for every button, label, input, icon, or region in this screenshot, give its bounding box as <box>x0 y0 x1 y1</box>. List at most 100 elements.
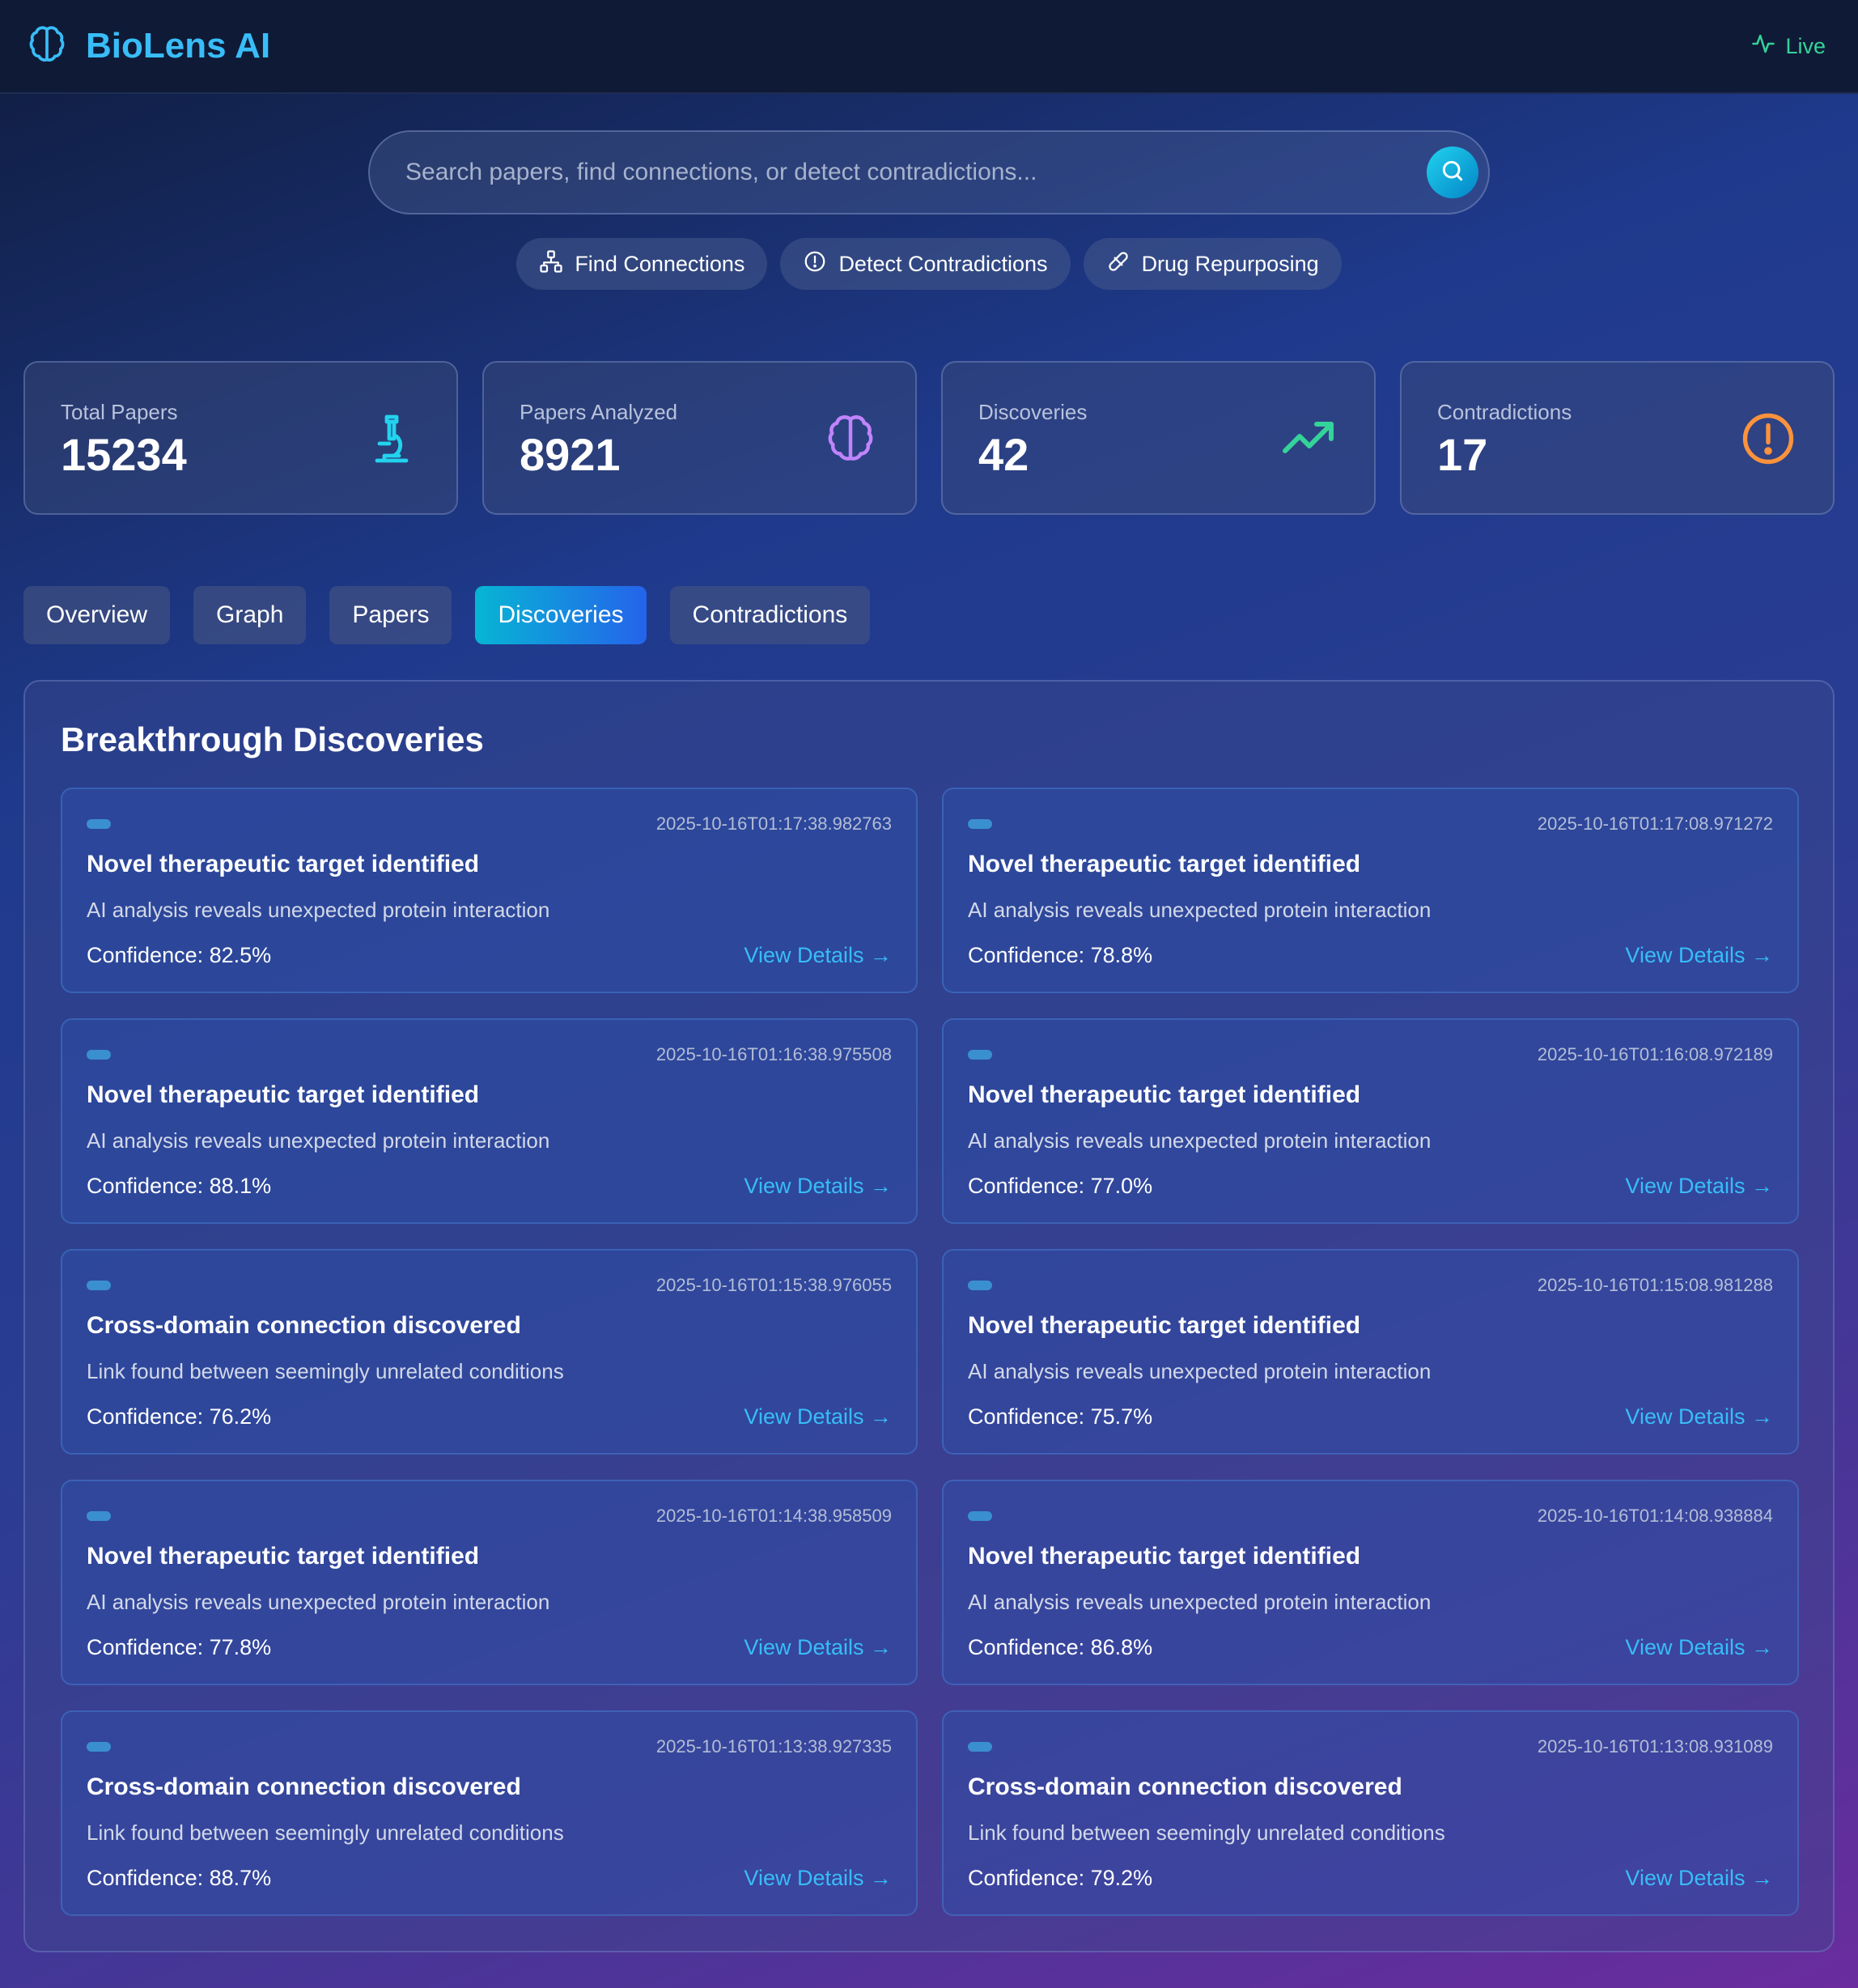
discovery-description: AI analysis reveals unexpected protein i… <box>968 1128 1432 1153</box>
timestamp: 2025-10-16T01:15:08.981288 <box>1537 1275 1773 1295</box>
activity-icon <box>1751 32 1775 62</box>
discovery-description: Link found between seemingly unrelated c… <box>968 1820 1445 1845</box>
discovery-card[interactable]: 2025-10-16T01:14:38.958509 Novel therape… <box>61 1480 918 1685</box>
discovery-title: Novel therapeutic target identified <box>87 1081 480 1108</box>
trending-up-icon <box>1280 410 1338 468</box>
timestamp: 2025-10-16T01:16:38.975508 <box>655 1044 892 1064</box>
discovery-title: Novel therapeutic target identified <box>968 851 1361 877</box>
stat-card-papers-analyzed: Papers Analyzed 8921 <box>482 361 917 515</box>
search-input[interactable] <box>405 159 1427 186</box>
discoveries-panel: Breakthrough Discoveries 2025-10-16T01:1… <box>23 680 1835 1952</box>
discovery-card[interactable]: 2025-10-16T01:13:08.931089 Cross-domain … <box>942 1710 1799 1916</box>
timestamp: 2025-10-16T01:17:38.982763 <box>655 813 892 834</box>
alert-circle-icon <box>803 249 827 279</box>
panel-title: Breakthrough Discoveries <box>61 720 484 758</box>
confidence-score: Confidence: 77.8% <box>87 1635 272 1659</box>
app-header: BioLens AI Live <box>0 0 1858 94</box>
discovery-card[interactable]: 2025-10-16T01:17:38.982763 Novel therape… <box>61 788 918 993</box>
detect-contradictions-label: Detect Contradictions <box>838 251 1048 276</box>
view-details-link[interactable]: View Details → <box>744 943 892 968</box>
search-bar <box>368 130 1490 215</box>
discovery-description: AI analysis reveals unexpected protein i… <box>87 1128 550 1153</box>
discovery-card[interactable]: 2025-10-16T01:17:08.971272 Novel therape… <box>942 788 1799 993</box>
brand-name: BioLens AI <box>86 26 271 66</box>
confidence-score: Confidence: 88.7% <box>87 1866 272 1890</box>
brain-icon <box>821 410 880 468</box>
discovery-title: Novel therapeutic target identified <box>968 1312 1361 1339</box>
stat-card-total-papers: Total Papers 15234 <box>23 361 458 515</box>
category-tag <box>968 1050 992 1060</box>
discovery-title: Novel therapeutic target identified <box>968 1081 1361 1108</box>
view-details-link[interactable]: View Details → <box>744 1404 892 1429</box>
view-details-link[interactable]: View Details → <box>1625 943 1773 968</box>
timestamp: 2025-10-16T01:13:38.927335 <box>655 1736 892 1756</box>
view-details-link[interactable]: View Details → <box>744 1866 892 1891</box>
confidence-score: Confidence: 79.2% <box>968 1866 1153 1890</box>
tab-bar: Overview Graph Papers Discoveries Contra… <box>23 586 871 644</box>
find-connections-button[interactable]: Find Connections <box>516 238 768 290</box>
category-tag <box>87 1742 111 1752</box>
timestamp: 2025-10-16T01:16:08.972189 <box>1537 1044 1773 1064</box>
discovery-card[interactable]: 2025-10-16T01:16:38.975508 Novel therape… <box>61 1018 918 1224</box>
stat-card-contradictions: Contradictions 17 <box>1400 361 1835 515</box>
category-tag <box>968 1281 992 1290</box>
search-button[interactable] <box>1427 147 1478 198</box>
discovery-title: Cross-domain connection discovered <box>87 1773 521 1800</box>
confidence-score: Confidence: 76.2% <box>87 1404 272 1429</box>
discovery-description: Link found between seemingly unrelated c… <box>87 1359 564 1383</box>
stat-card-discoveries: Discoveries 42 <box>941 361 1376 515</box>
timestamp: 2025-10-16T01:17:08.971272 <box>1537 813 1773 834</box>
view-details-link[interactable]: View Details → <box>744 1635 892 1660</box>
category-tag <box>968 1511 992 1521</box>
discovery-description: AI analysis reveals unexpected protein i… <box>87 898 550 922</box>
timestamp: 2025-10-16T01:13:08.931089 <box>1537 1736 1773 1756</box>
discovery-title: Cross-domain connection discovered <box>87 1312 521 1339</box>
confidence-score: Confidence: 88.1% <box>87 1174 272 1198</box>
discovery-card[interactable]: 2025-10-16T01:15:08.981288 Novel therape… <box>942 1249 1799 1455</box>
tab-contradictions[interactable]: Contradictions <box>669 586 871 644</box>
category-tag <box>968 1742 992 1752</box>
drug-repurposing-button[interactable]: Drug Repurposing <box>1083 238 1342 290</box>
timestamp: 2025-10-16T01:14:08.938884 <box>1537 1506 1773 1526</box>
live-status: Live <box>1751 32 1826 62</box>
tab-overview[interactable]: Overview <box>23 586 171 644</box>
discovery-card[interactable]: 2025-10-16T01:14:08.938884 Novel therape… <box>942 1480 1799 1685</box>
confidence-score: Confidence: 86.8% <box>968 1635 1153 1659</box>
discovery-grid: 2025-10-16T01:17:38.982763 Novel therape… <box>61 788 1799 1916</box>
category-tag <box>87 1050 111 1060</box>
discovery-title: Novel therapeutic target identified <box>87 1543 480 1570</box>
microscope-icon <box>363 410 421 468</box>
view-details-link[interactable]: View Details → <box>1625 1174 1773 1199</box>
discovery-card[interactable]: 2025-10-16T01:15:38.976055 Cross-domain … <box>61 1249 918 1455</box>
tab-papers[interactable]: Papers <box>329 586 452 644</box>
brand[interactable]: BioLens AI <box>24 22 270 71</box>
category-tag <box>87 1511 111 1521</box>
network-icon <box>539 249 563 279</box>
detect-contradictions-button[interactable]: Detect Contradictions <box>780 238 1071 290</box>
discovery-description: Link found between seemingly unrelated c… <box>87 1820 564 1845</box>
discovery-title: Novel therapeutic target identified <box>968 1543 1361 1570</box>
discovery-card[interactable]: 2025-10-16T01:13:38.927335 Cross-domain … <box>61 1710 918 1916</box>
alert-circle-icon <box>1739 410 1797 468</box>
pill-icon <box>1106 249 1130 279</box>
confidence-score: Confidence: 77.0% <box>968 1174 1153 1198</box>
view-details-link[interactable]: View Details → <box>1625 1635 1773 1660</box>
timestamp: 2025-10-16T01:15:38.976055 <box>655 1275 892 1295</box>
discovery-title: Cross-domain connection discovered <box>968 1773 1402 1800</box>
find-connections-label: Find Connections <box>575 251 745 276</box>
discovery-card[interactable]: 2025-10-16T01:16:08.972189 Novel therape… <box>942 1018 1799 1224</box>
confidence-score: Confidence: 75.7% <box>968 1404 1153 1429</box>
tab-discoveries[interactable]: Discoveries <box>475 586 647 644</box>
view-details-link[interactable]: View Details → <box>1625 1404 1773 1429</box>
view-details-link[interactable]: View Details → <box>744 1174 892 1199</box>
view-details-link[interactable]: View Details → <box>1625 1866 1773 1891</box>
confidence-score: Confidence: 78.8% <box>968 943 1153 967</box>
live-label: Live <box>1785 33 1826 58</box>
brain-icon <box>24 22 70 71</box>
discovery-description: AI analysis reveals unexpected protein i… <box>87 1590 550 1614</box>
confidence-score: Confidence: 82.5% <box>87 943 272 967</box>
discovery-description: AI analysis reveals unexpected protein i… <box>968 1590 1432 1614</box>
timestamp: 2025-10-16T01:14:38.958509 <box>655 1506 892 1526</box>
tab-graph[interactable]: Graph <box>193 586 307 644</box>
category-tag <box>87 1281 111 1290</box>
